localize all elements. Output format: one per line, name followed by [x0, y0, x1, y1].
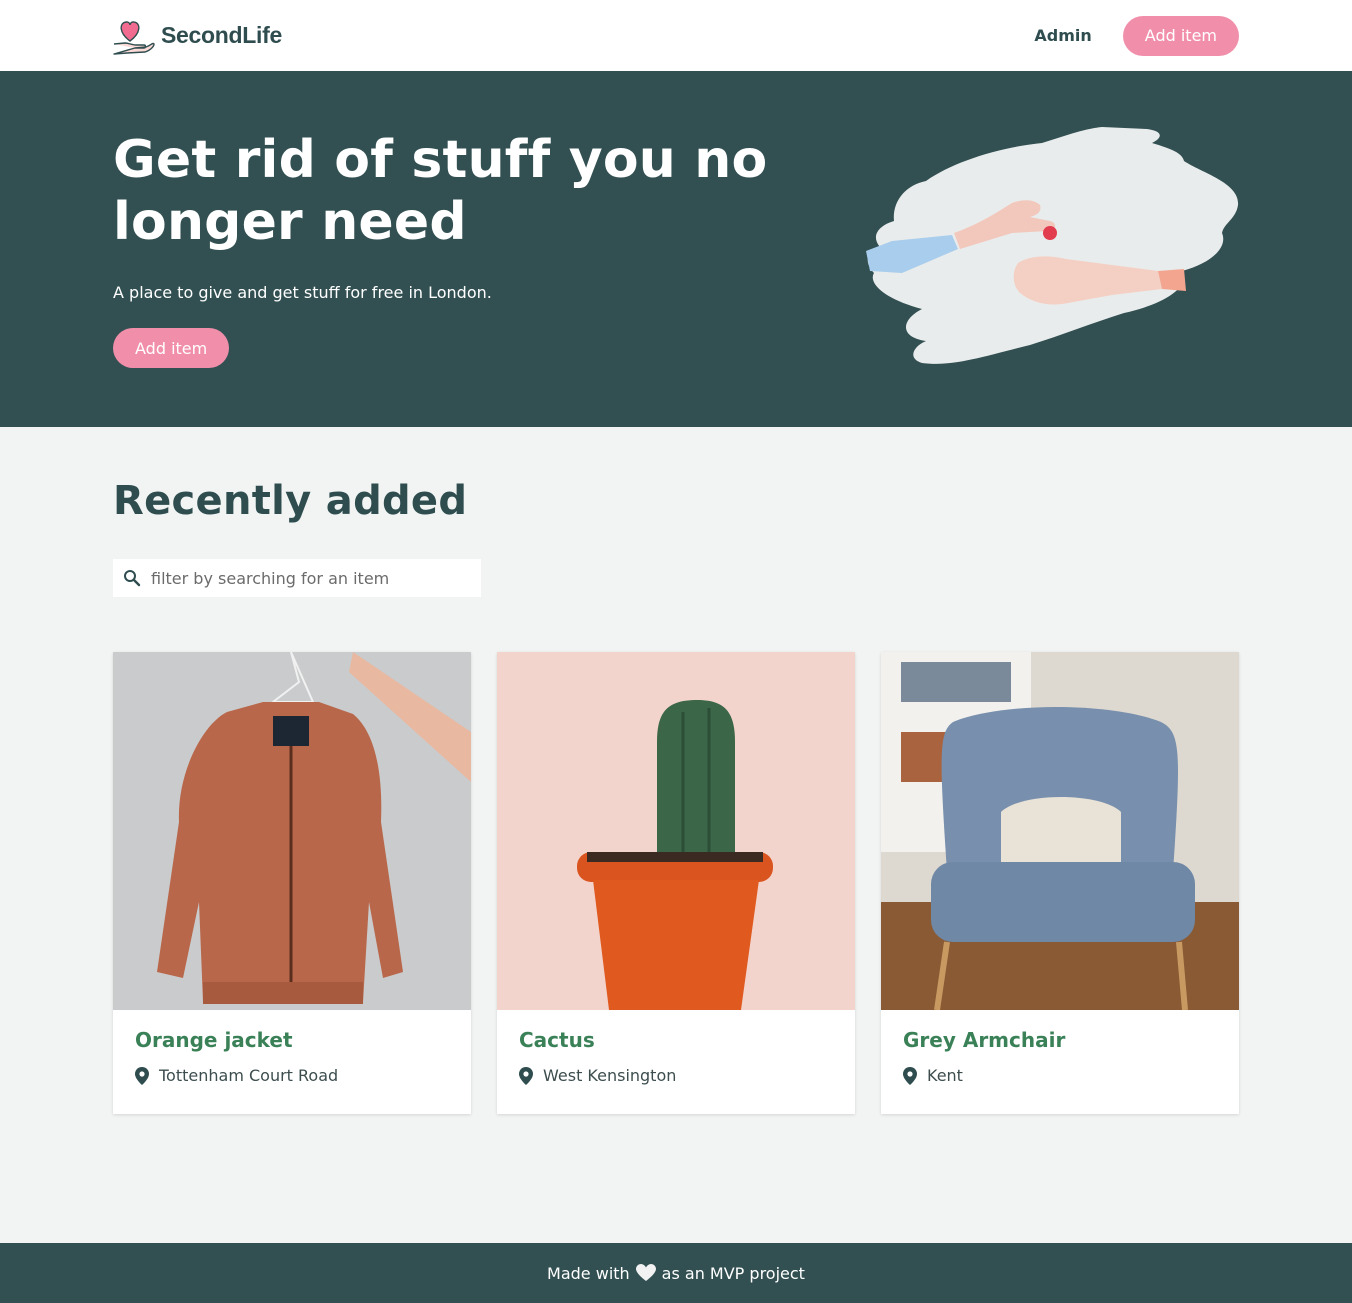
item-card-body: Orange jacket Tottenham Court Road [113, 1010, 471, 1103]
nav-add-item-button[interactable]: Add item [1122, 15, 1239, 56]
hero-subtitle: A place to give and get stuff for free i… [113, 283, 492, 302]
item-image-armchair [881, 652, 1239, 1010]
item-title[interactable]: Grey Armchair [903, 1028, 1217, 1052]
item-title[interactable]: Orange jacket [135, 1028, 449, 1052]
hero-add-item-button[interactable]: Add item [113, 328, 230, 368]
item-image-cactus [497, 652, 855, 1010]
footer: Made with as an MVP project [0, 1243, 1352, 1303]
footer-text-after: as an MVP project [661, 1263, 805, 1283]
item-location: West Kensington [519, 1066, 833, 1085]
hero-title: Get rid of stuff you no longer need [113, 130, 768, 252]
search-icon [124, 570, 141, 587]
brand-name: SecondLife [161, 22, 282, 48]
section-title: Recently added [113, 478, 468, 524]
item-location: Kent [903, 1066, 1217, 1085]
item-location-text: Kent [927, 1066, 963, 1085]
nav-actions: Admin Add item [1034, 15, 1239, 56]
heart-hand-logo-icon [113, 20, 155, 55]
item-location-text: Tottenham Court Road [159, 1066, 339, 1085]
item-card-body: Cactus West Kensington [497, 1010, 855, 1103]
admin-link[interactable]: Admin [1034, 26, 1091, 45]
location-pin-icon [135, 1066, 149, 1085]
search-input[interactable] [151, 568, 471, 588]
location-pin-icon [903, 1066, 917, 1085]
item-card-body: Grey Armchair Kent [881, 1010, 1239, 1103]
top-nav: SecondLife Admin Add item [0, 0, 1352, 71]
item-cards: Orange jacket Tottenham Court Road Cactu… [113, 652, 1239, 1114]
item-image-jacket [113, 652, 471, 1010]
search-box [113, 559, 481, 597]
location-pin-icon [519, 1066, 533, 1085]
item-title[interactable]: Cactus [519, 1028, 833, 1052]
item-card[interactable]: Grey Armchair Kent [881, 652, 1239, 1114]
item-card[interactable]: Cactus West Kensington [497, 652, 855, 1114]
item-location: Tottenham Court Road [135, 1066, 449, 1085]
item-location-text: West Kensington [543, 1066, 677, 1085]
brand[interactable]: SecondLife [113, 17, 282, 55]
hero: Get rid of stuff you no longer need A pl… [0, 71, 1352, 427]
footer-text-before: Made with [547, 1263, 630, 1283]
hero-illustration [866, 127, 1239, 364]
heart-icon [635, 1264, 656, 1281]
item-card[interactable]: Orange jacket Tottenham Court Road [113, 652, 471, 1114]
